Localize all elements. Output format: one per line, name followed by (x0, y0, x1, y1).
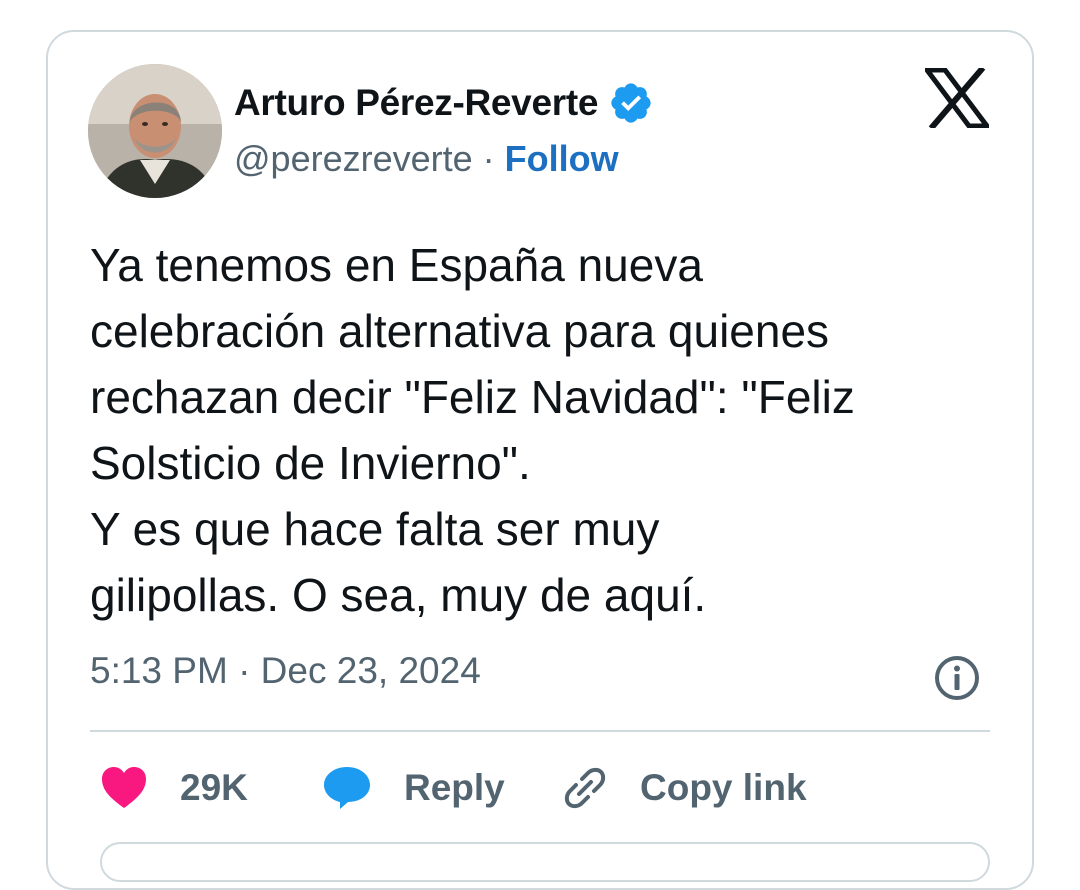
link-icon (562, 765, 608, 811)
tweet-line: Y es que hace falta ser muy (90, 503, 660, 555)
copy-link-label: Copy link (640, 767, 807, 808)
tweet-line: Ya tenemos en España nueva (90, 239, 703, 291)
tweet-line: rechazan decir "Feliz Navidad": "Feliz (90, 371, 855, 423)
reply-bubble-icon (322, 765, 372, 811)
handle-row: @perezreverte · Follow (234, 138, 619, 180)
follow-button[interactable]: Follow (505, 138, 619, 179)
action-bar: 29K Reply Copy link (100, 762, 980, 814)
author-name-row[interactable]: Arturo Pérez-Reverte (234, 80, 654, 126)
handle-separator: · (482, 138, 495, 179)
author-handle[interactable]: @perezreverte (234, 138, 473, 179)
divider (90, 730, 990, 732)
avatar[interactable] (88, 64, 222, 198)
author-name[interactable]: Arturo Pérez-Reverte (234, 82, 598, 124)
tweet-line: Solsticio de Invierno". (90, 437, 531, 489)
verified-badge-icon (608, 80, 654, 126)
heart-icon (100, 766, 148, 810)
tweet-line: celebración alternativa para quienes (90, 305, 830, 357)
tweet-text: Ya tenemos en España nueva celebración a… (90, 232, 1010, 628)
tweet-timestamp[interactable]: 5:13 PM · Dec 23, 2024 (90, 650, 481, 692)
reply-label: Reply (404, 767, 505, 808)
like-count: 29K (180, 767, 248, 808)
info-icon[interactable] (933, 654, 981, 702)
like-button[interactable]: 29K (100, 762, 248, 814)
copy-link-button[interactable]: Copy link (562, 762, 807, 814)
x-logo-icon[interactable] (922, 65, 992, 131)
tweet-line: gilipollas. O sea, muy de aquí. (90, 569, 707, 621)
read-replies-button[interactable] (100, 842, 990, 882)
reply-button[interactable]: Reply (322, 762, 505, 814)
